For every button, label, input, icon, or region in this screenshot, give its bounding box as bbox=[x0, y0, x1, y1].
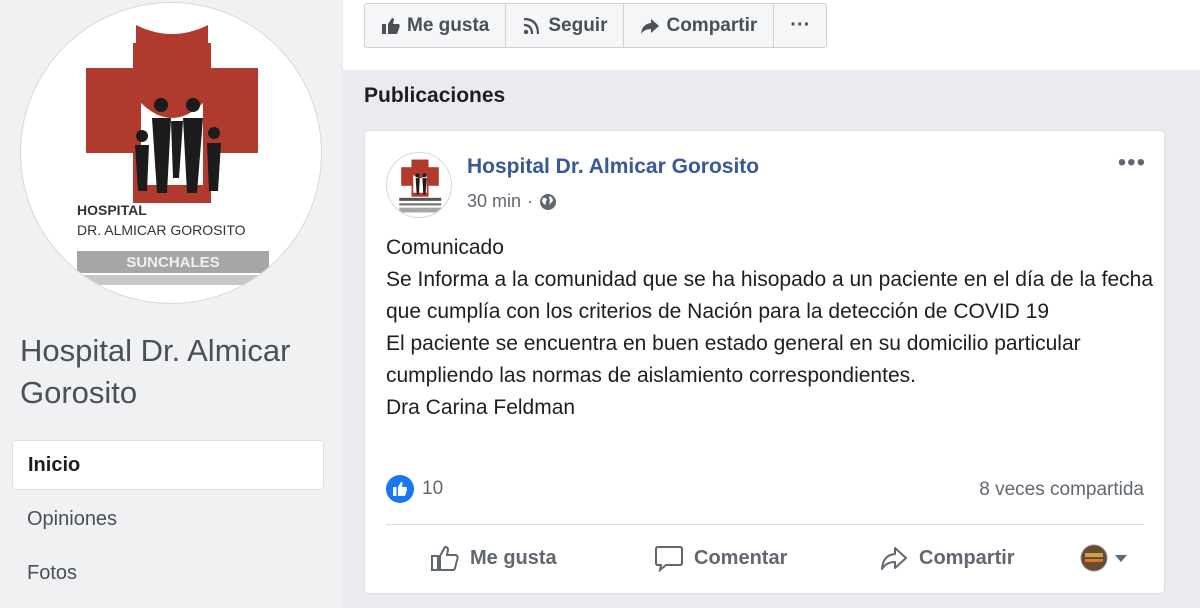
page-follow-label: Seguir bbox=[548, 14, 608, 36]
post-text-line: Dra Carina Feldman bbox=[386, 396, 576, 419]
logo-line3: SUNCHALES bbox=[126, 254, 219, 271]
nav-item-inicio[interactable]: Inicio bbox=[12, 440, 324, 490]
comment-bubble-icon bbox=[655, 546, 683, 572]
page-more-button[interactable]: ··· bbox=[774, 4, 826, 47]
nav-item-opiniones[interactable]: Opiniones bbox=[12, 494, 324, 544]
post-text-line: Comunicado bbox=[386, 236, 504, 259]
post-comment-button[interactable]: Comentar bbox=[654, 544, 787, 572]
post-author-name[interactable]: Hospital Dr. Almicar Gorosito bbox=[467, 155, 759, 179]
post-text-line: El paciente se encuentra en buen estado … bbox=[386, 332, 1081, 387]
page-avatar-mini-icon bbox=[1080, 544, 1108, 572]
page-like-label: Me gusta bbox=[407, 14, 490, 36]
caret-down-icon bbox=[1115, 555, 1127, 562]
page-name[interactable]: Hospital Dr. Almicar Gorosito bbox=[20, 330, 330, 414]
post-options-icon[interactable]: ••• bbox=[1118, 149, 1146, 177]
thumbs-up-icon bbox=[382, 17, 400, 34]
page-main: Me gusta Seguir Compartir ··· Publicacio… bbox=[343, 0, 1200, 608]
post-card: Hospital Dr. Almicar Gorosito 30 min · •… bbox=[364, 130, 1165, 594]
logo-line1: HOSPITAL bbox=[77, 202, 147, 218]
page-sidebar: HOSPITAL DR. ALMICAR GOROSITO SUNCHALES … bbox=[0, 0, 342, 608]
page-follow-button[interactable]: Seguir bbox=[506, 4, 625, 47]
page-like-button[interactable]: Me gusta bbox=[365, 4, 507, 47]
page-share-button[interactable]: Compartir bbox=[624, 4, 775, 47]
post-comment-label: Comentar bbox=[694, 546, 788, 569]
post-author-avatar[interactable] bbox=[386, 152, 452, 218]
share-count[interactable]: 8 veces compartida bbox=[979, 479, 1144, 501]
post-time[interactable]: 30 min bbox=[467, 191, 521, 212]
share-outline-icon bbox=[881, 547, 907, 570]
post-as-selector[interactable] bbox=[1080, 544, 1128, 572]
post-text-line: Se Informa a la comunidad que se ha hiso… bbox=[386, 268, 1154, 323]
share-arrow-icon bbox=[641, 18, 660, 34]
post-actions: Me gusta Comentar Compartir bbox=[386, 536, 1144, 582]
post-text: Comunicado Se Informa a la comunidad que… bbox=[386, 232, 1156, 424]
globe-icon[interactable] bbox=[539, 193, 557, 211]
hospital-logo-small bbox=[399, 159, 442, 213]
post-share-button[interactable]: Compartir bbox=[879, 544, 1015, 572]
nav-item-fotos[interactable]: Fotos bbox=[12, 548, 324, 598]
post-like-label: Me gusta bbox=[470, 546, 557, 569]
post-meta: 30 min · bbox=[467, 191, 557, 212]
thumbs-up-outline-icon bbox=[431, 545, 459, 571]
page-profile-picture[interactable]: HOSPITAL DR. ALMICAR GOROSITO SUNCHALES bbox=[20, 2, 322, 304]
post-like-button[interactable]: Me gusta bbox=[430, 544, 557, 572]
section-title-publicaciones: Publicaciones bbox=[364, 84, 506, 107]
post-divider bbox=[386, 524, 1144, 525]
more-icon: ··· bbox=[790, 14, 811, 36]
reaction-count[interactable]: 10 bbox=[422, 478, 443, 500]
logo-line2: DR. ALMICAR GOROSITO bbox=[77, 222, 246, 238]
rss-icon bbox=[524, 17, 540, 34]
page-share-label: Compartir bbox=[666, 14, 758, 36]
like-reaction-icon bbox=[386, 475, 414, 503]
page-nav: Inicio Opiniones Fotos bbox=[12, 440, 324, 598]
reaction-summary[interactable]: 10 bbox=[386, 475, 443, 503]
post-meta-separator: · bbox=[527, 191, 534, 211]
page-actions-bar: Me gusta Seguir Compartir ··· bbox=[364, 3, 828, 48]
post-share-label: Compartir bbox=[919, 546, 1015, 569]
hospital-logo: HOSPITAL DR. ALMICAR GOROSITO SUNCHALES bbox=[77, 25, 269, 285]
